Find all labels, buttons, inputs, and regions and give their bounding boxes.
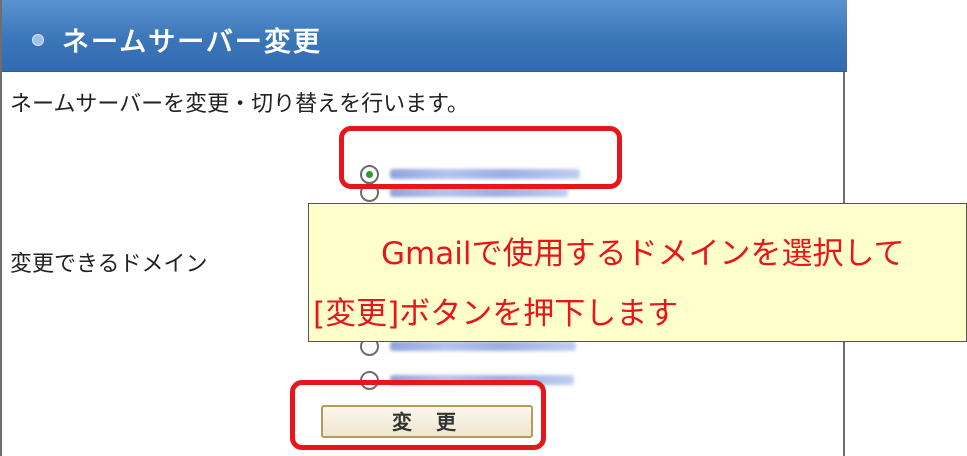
page-title: ネームサーバー変更 [62, 27, 322, 58]
highlight-selected-domain [339, 126, 622, 189]
panel-header: ネームサーバー変更 [2, 0, 847, 72]
bullet-icon [32, 34, 44, 46]
highlight-change-button [290, 380, 546, 450]
instruction-callout: Gmailで使用するドメインを選択して [変更]ボタンを押下します [308, 203, 967, 342]
domain-label: 変更できるドメイン [10, 252, 208, 277]
blurred-domain-name [390, 341, 576, 351]
callout-line-2: [変更]ボタンを押下します [313, 296, 679, 332]
callout-line-1: Gmailで使用するドメインを選択して [381, 236, 905, 272]
intro-text: ネームサーバーを変更・切り替えを行います。 [10, 92, 469, 117]
